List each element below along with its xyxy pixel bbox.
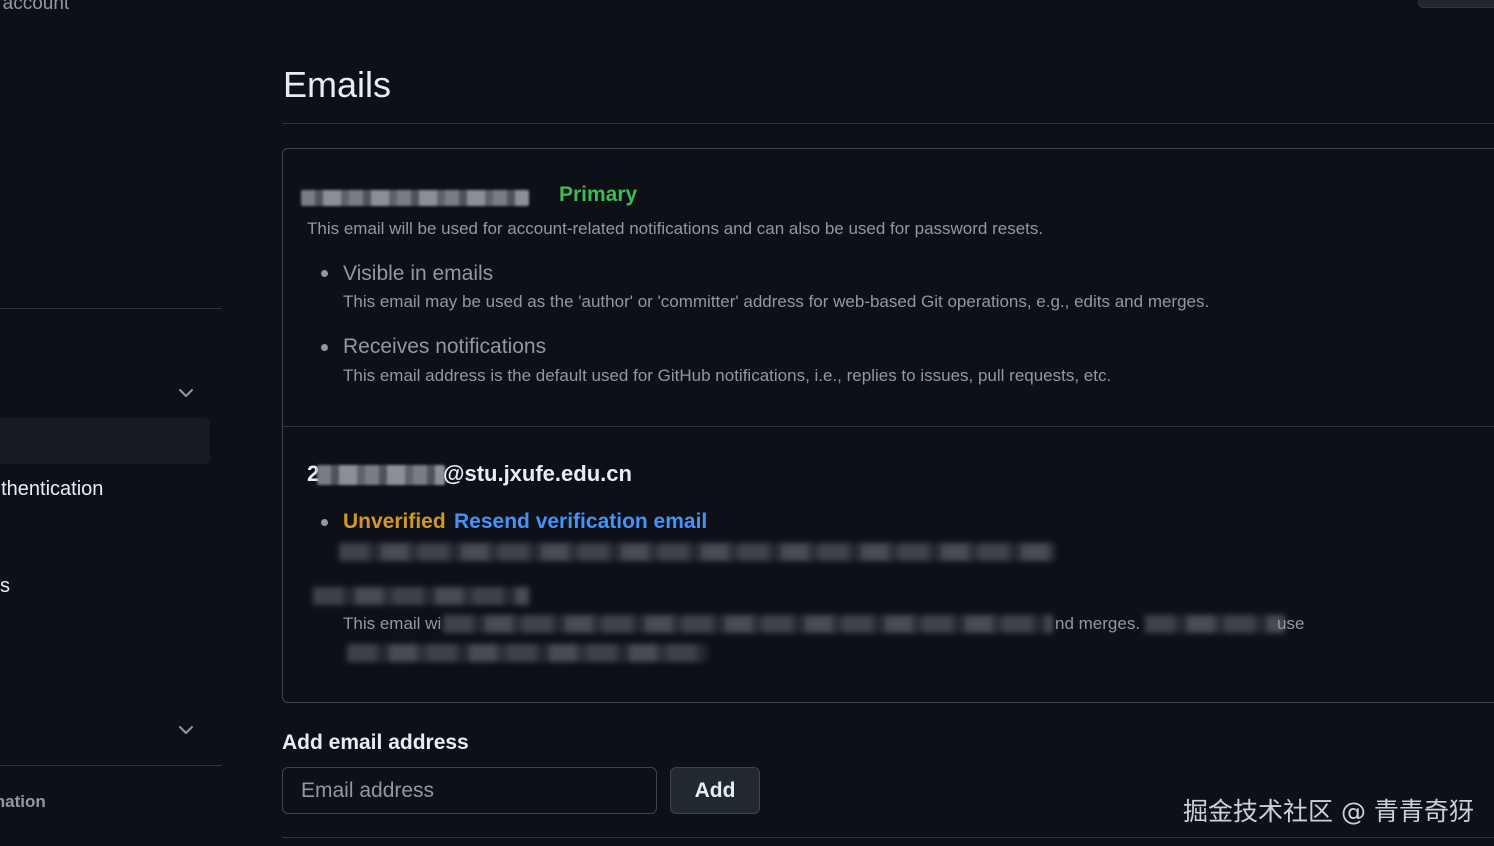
feature-title: Receives notifications bbox=[343, 335, 547, 358]
feature-description: This email address is the default used f… bbox=[343, 366, 1112, 385]
bottom-divider bbox=[282, 837, 1494, 838]
page-title: Emails bbox=[283, 64, 392, 105]
unverified-badge: Unverified bbox=[343, 510, 446, 533]
sidebar-item-automation[interactable]: tomation bbox=[0, 792, 46, 812]
email-divider bbox=[283, 426, 1494, 427]
secondary-email-address: @stu.jxufe.edu.cn bbox=[443, 461, 632, 486]
add-email-label: Add email address bbox=[282, 731, 469, 754]
redacted-text bbox=[443, 615, 1053, 633]
redacted-text bbox=[339, 543, 1055, 561]
masked-email-address bbox=[301, 190, 529, 206]
partial-description: use bbox=[1277, 614, 1305, 633]
redacted-text bbox=[1145, 615, 1285, 633]
sidebar-item-label: tomation bbox=[0, 792, 46, 811]
sidebar-account-header: nal account bbox=[0, 0, 70, 14]
partial-description: nd merges. bbox=[1055, 614, 1141, 633]
add-email-button[interactable]: Add bbox=[670, 767, 760, 814]
settings-sidebar: nal account s uthentication ys tomation bbox=[0, 0, 222, 846]
masked-email-address bbox=[317, 465, 445, 485]
resend-verification-link[interactable]: Resend verification email bbox=[454, 510, 707, 534]
redacted-text bbox=[313, 587, 529, 605]
primary-badge: Primary bbox=[559, 183, 638, 206]
chevron-down-icon[interactable] bbox=[176, 383, 196, 403]
sidebar-divider bbox=[0, 308, 222, 309]
watermark-text: 掘金技术社区 @ 青青奇犽 bbox=[1183, 797, 1474, 826]
bullet-icon bbox=[321, 270, 328, 277]
sidebar-item-authentication[interactable]: uthentication bbox=[0, 478, 103, 501]
feature-description: This email may be used as the 'author' o… bbox=[343, 292, 1210, 311]
bullet-icon bbox=[321, 344, 328, 351]
bullet-icon bbox=[321, 519, 328, 526]
header-button[interactable] bbox=[1418, 0, 1494, 8]
redacted-text bbox=[347, 644, 707, 662]
partial-description: This email wi bbox=[343, 614, 442, 633]
email-address-input[interactable] bbox=[282, 767, 657, 814]
sidebar-item-label: ys bbox=[0, 575, 10, 597]
sidebar-divider bbox=[0, 765, 222, 766]
emails-list: Primary This email will be used for acco… bbox=[282, 148, 1494, 703]
chevron-down-icon[interactable] bbox=[176, 720, 196, 740]
sidebar-item-label: uthentication bbox=[0, 478, 104, 500]
sidebar-item-keys[interactable]: ys bbox=[0, 575, 10, 598]
title-divider bbox=[282, 123, 1494, 124]
feature-title: Visible in emails bbox=[343, 262, 494, 285]
sidebar-item-emails-active[interactable] bbox=[0, 418, 210, 464]
primary-email-description: This email will be used for account-rela… bbox=[307, 219, 1044, 238]
